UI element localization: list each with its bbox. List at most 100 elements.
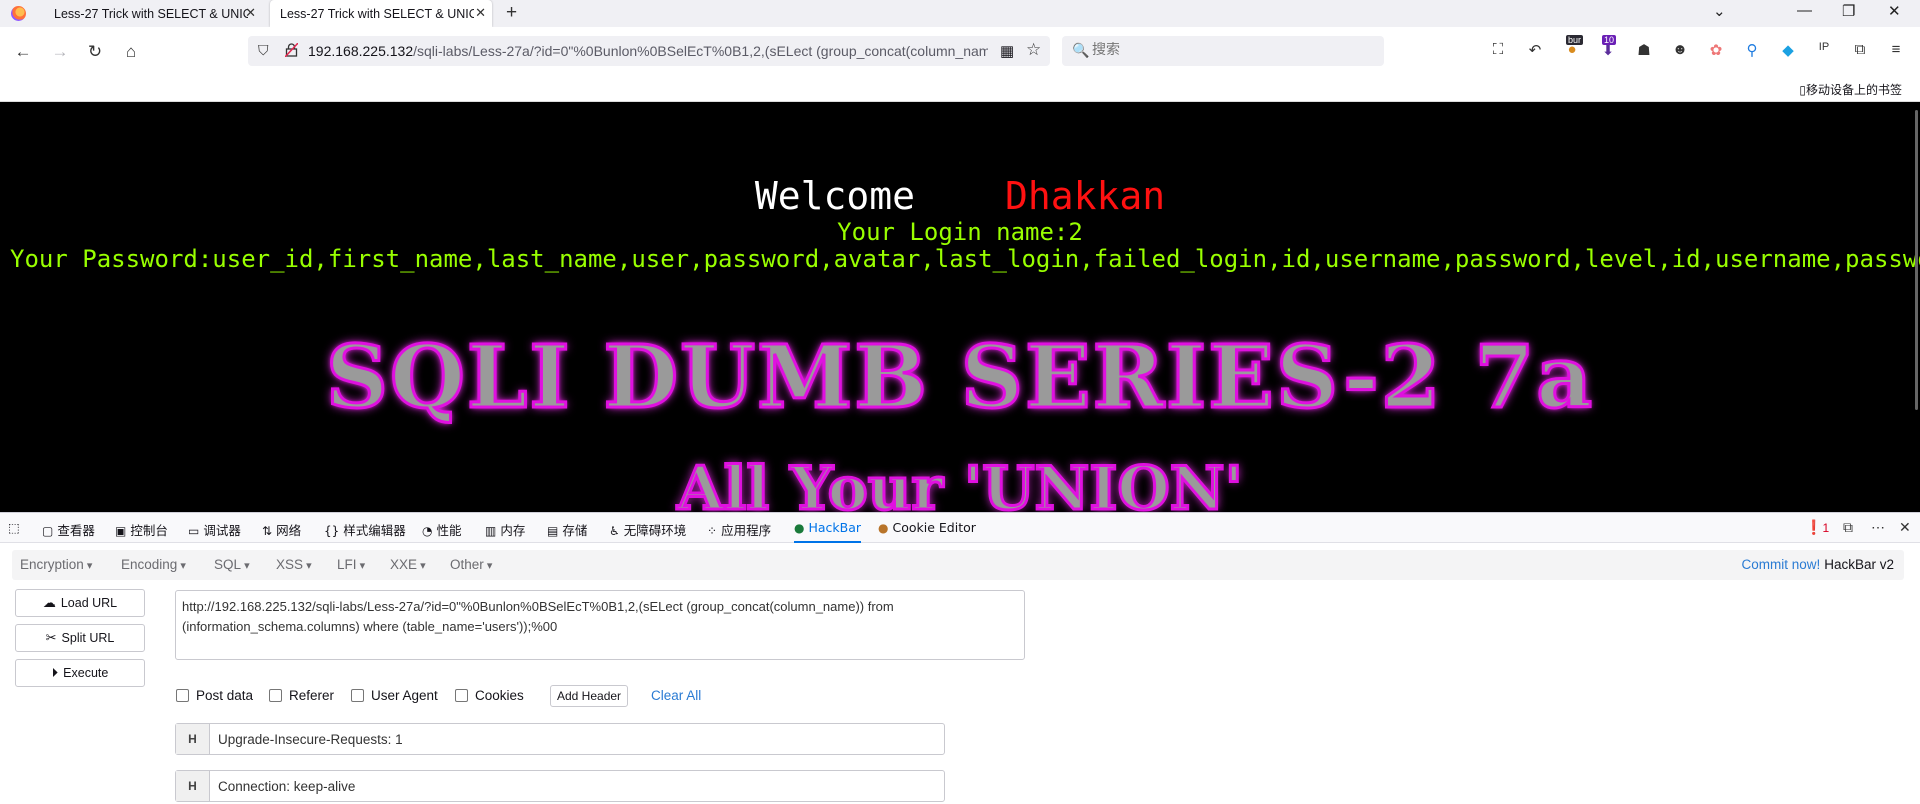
firefox-icon[interactable] [11,6,26,21]
cloud-download-icon: ☁ [42,595,56,610]
qr-code-icon[interactable]: ▦ [1000,42,1014,60]
home-icon[interactable]: ⌂ [121,42,141,62]
tab-style-editor[interactable]: {} 样式编辑器 [324,520,406,539]
tab-label: 查看器 [57,523,95,538]
hackbar-url-input[interactable]: http://192.168.225.132/sqli-labs/Less-27… [175,590,1025,660]
page-scrollbar[interactable] [1915,110,1918,410]
reload-icon[interactable]: ↻ [85,42,105,62]
menu-lfi[interactable]: LFI [337,557,365,572]
add-header-button[interactable]: Add Header [550,685,629,707]
button-label: Execute [63,666,109,680]
element-picker-icon[interactable]: ⬚ [8,520,20,535]
header-value[interactable]: Connection: keep-alive [210,779,355,794]
scissors-icon: ✂ [45,630,57,645]
header-row: H Upgrade-Insecure-Requests: 1 [175,723,945,755]
close-window-icon[interactable]: ✕ [1888,2,1901,20]
tab-inspector[interactable]: ▢ 查看器 [42,520,95,539]
tab-debugger[interactable]: ▭ 调试器 [188,520,241,539]
ghost-extension-icon[interactable]: ☗ [1634,41,1654,61]
header-tag[interactable]: H [176,724,210,754]
tab-memory[interactable]: ▥ 内存 [485,520,525,539]
crop-icon[interactable]: ⛶ [1488,41,1508,61]
tab-hackbar[interactable]: ● HackBar [794,520,862,543]
menu-encoding[interactable]: Encoding [121,557,186,572]
error-indicator[interactable]: ❗1 [1805,519,1829,536]
tab-label: HackBar [808,520,862,535]
url-text[interactable]: 192.168.225.132/sqli-labs/Less-27a/?id=0… [308,43,988,59]
user-agent-checkbox[interactable]: User Agent [351,688,438,703]
close-tab-icon[interactable]: ✕ [245,5,256,21]
checkbox-box[interactable] [351,689,364,702]
menu-other[interactable]: Other [450,557,492,572]
tab-title: Less-27 Trick with SELECT & UNIO [280,6,474,21]
insecure-lock-icon[interactable] [285,43,298,57]
navigation-bar: ← → ↻ ⌂ ⛉ 192.168.225.132/sqli-labs/Less… [0,27,1920,80]
more-options-icon[interactable]: ⋯ [1871,519,1885,536]
mobile-bookmarks-label: 移动设备上的书签 [1805,83,1902,97]
tab-accessibility[interactable]: ♿ 无障碍环境 [609,520,686,539]
button-label: Load URL [60,596,118,610]
tab-cookie-editor[interactable]: ● Cookie Editor [878,520,976,535]
shield-icon[interactable]: ⛉ [258,42,269,59]
forward-icon[interactable]: → [50,42,70,62]
close-devtools-icon[interactable]: ✕ [1899,519,1911,536]
mobile-bookmarks-link[interactable]: ▯移动设备上的书签 [1799,81,1902,98]
header-value[interactable]: Upgrade-Insecure-Requests: 1 [210,732,403,747]
menu-xxe[interactable]: XXE [390,557,426,572]
cookie-extension-icon[interactable]: ☻ [1670,41,1690,61]
cookies-checkbox[interactable]: Cookies [455,688,524,703]
menu-icon[interactable]: ≡ [1886,41,1906,61]
address-bar[interactable]: ⛉ 192.168.225.132/sqli-labs/Less-27a/?id… [248,36,1050,66]
header-tag[interactable]: H [176,771,210,801]
login-name-line: Your Login name:2 [837,218,1083,246]
new-tab-icon[interactable]: + [506,2,517,24]
chevron-down-icon[interactable]: ⌄ [1713,2,1726,20]
menu-xss[interactable]: XSS [276,557,312,572]
url-host: 192.168.225.132 [308,43,414,59]
referer-checkbox[interactable]: Referer [269,688,334,703]
downloads-extension-icon[interactable]: ⬇ 10 [1598,35,1618,61]
load-url-button[interactable]: ☁ Load URL [15,589,145,617]
burp-badge: bur [1566,35,1584,45]
restore-icon[interactable]: ❐ [1842,2,1855,20]
post-data-checkbox[interactable]: Post data [176,688,253,703]
location-extension-icon[interactable]: ⚲ [1742,41,1762,61]
search-bar[interactable]: 🔍 [1062,36,1384,66]
execute-button[interactable]: ⏵ Execute [15,659,145,687]
tab-performance[interactable]: ◔ 性能 [422,520,462,539]
checkbox-box[interactable] [455,689,468,702]
commit-link[interactable]: Commit now! HackBar v2 [1741,557,1894,572]
tab-network[interactable]: ⇅ 网络 [262,520,301,539]
burp-extension-icon[interactable]: ● bur [1562,35,1584,61]
tab-label: 无障碍环境 [623,523,687,538]
menu-encryption[interactable]: Encryption [20,557,92,572]
tab-label: 网络 [276,523,302,538]
ip-extension-icon[interactable]: IP [1814,41,1834,61]
checkbox-box[interactable] [176,689,189,702]
split-url-button[interactable]: ✂ Split URL [15,624,145,652]
tab-application[interactable]: ⁘ 应用程序 [707,520,771,539]
debugger-icon: ▭ [188,524,200,538]
proxy-extension-icon[interactable]: ◆ [1778,41,1798,61]
browser-tab-2[interactable]: Less-27 Trick with SELECT & UNIO ✕ [270,0,492,27]
console-icon: ▣ [115,524,127,538]
extensions-icon[interactable]: ⧉ [1850,41,1870,61]
close-tab-icon[interactable]: ✕ [475,5,486,21]
back-icon[interactable]: ← [13,42,33,62]
browser-tab-1[interactable]: Less-27 Trick with SELECT & UNIO ✕ [44,0,262,27]
dock-icon[interactable]: ⧉ [1843,519,1853,536]
tab-storage[interactable]: ▤ 存储 [547,520,587,539]
clear-all-link[interactable]: Clear All [651,688,701,703]
inspector-icon: ▢ [42,524,54,538]
minimize-icon[interactable]: — [1797,2,1812,19]
checkbox-label: Cookies [475,688,524,703]
undo-icon[interactable]: ↶ [1525,41,1545,61]
tab-console[interactable]: ▣ 控制台 [115,520,168,539]
menu-sql[interactable]: SQL [214,557,250,572]
bookmark-star-icon[interactable]: ☆ [1026,40,1041,60]
tab-label: 性能 [436,523,462,538]
pattern-extension-icon[interactable]: ✿ [1706,41,1726,61]
checkbox-box[interactable] [269,689,282,702]
tab-label: 样式编辑器 [343,523,406,538]
search-input[interactable] [1092,42,1362,58]
